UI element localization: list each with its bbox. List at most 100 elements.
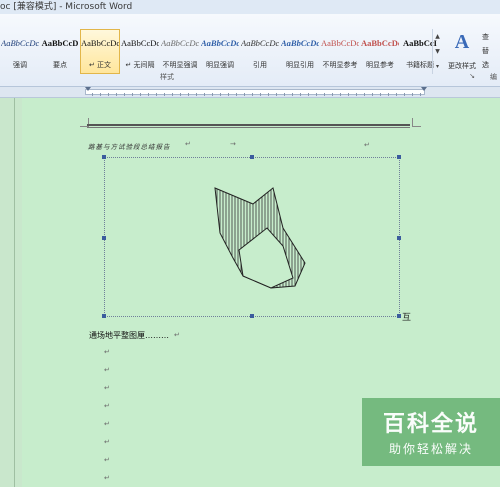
style-sample-text: AaBbCcDc: [121, 38, 159, 48]
style-option[interactable]: AaBbCcDc 强调: [0, 29, 40, 74]
style-sample-text: AaBbCcDc: [1, 38, 39, 48]
margin-guide: [14, 98, 15, 487]
ruler-tick: [140, 93, 141, 96]
resize-handle[interactable]: [250, 314, 254, 318]
ruler-tick: [356, 93, 357, 96]
resize-handle[interactable]: [102, 236, 106, 240]
style-label: 强调: [13, 61, 27, 69]
style-label: 不明显参考: [322, 61, 358, 69]
style-option[interactable]: AaBbCcDc 明显参考: [360, 29, 400, 74]
replace-button[interactable]: 替: [482, 44, 500, 58]
style-label: 明显参考: [366, 61, 394, 69]
ruler-tick: [180, 93, 181, 96]
anchor-label: 互: [402, 313, 412, 323]
document-header[interactable]: 路基与方试验段总结报告: [88, 141, 171, 151]
paragraph-mark: ↵: [104, 402, 110, 410]
ruler-tick: [300, 93, 301, 96]
styles-gallery: AaBbCcDc 强调 AaBbCcD 要点 AaBbCcDc ↵ 正文 AaBbCcDc ↵…: [0, 29, 440, 76]
ruler-tick: [164, 93, 165, 96]
body-text-line[interactable]: 通场地平整图厘………: [89, 330, 169, 341]
change-styles-button[interactable]: A 更改样式: [442, 28, 482, 78]
paragraph-mark: ↵: [185, 140, 191, 148]
paragraph-mark: ↵: [364, 141, 370, 149]
ruler-tick: [260, 93, 261, 96]
paragraph-mark: ↵: [104, 348, 110, 356]
ruler-tick: [372, 93, 373, 96]
paragraph-mark: ↵: [104, 456, 110, 464]
crop-mark: [412, 118, 421, 127]
ruler-tick: [268, 93, 269, 96]
style-option[interactable]: AaBbCcDc ↵ 正文: [80, 29, 120, 74]
style-label: 引用: [253, 61, 267, 69]
style-sample-text: AaBbCcDc: [321, 38, 359, 48]
ruler-tick: [108, 93, 109, 96]
resize-handle[interactable]: [397, 314, 401, 318]
select-button[interactable]: 选: [482, 58, 500, 72]
style-option[interactable]: AaBbCcDc 引用: [240, 29, 280, 74]
ruler-tick: [276, 93, 277, 96]
style-label: 不明显强调: [162, 61, 198, 69]
header-rule: [87, 124, 410, 126]
ruler-tick: [412, 93, 413, 96]
horizontal-ruler[interactable]: [0, 87, 500, 98]
left-indent-marker[interactable]: [85, 87, 91, 91]
style-option[interactable]: AaBbCcD 要点: [40, 29, 80, 74]
ruler-tick: [116, 93, 117, 96]
right-indent-marker[interactable]: [421, 87, 427, 91]
ruler-tick: [228, 93, 229, 96]
resize-handle[interactable]: [102, 155, 106, 159]
ruler-tick: [348, 93, 349, 96]
ruler-tick: [404, 93, 405, 96]
find-button[interactable]: 查: [482, 30, 500, 44]
resize-handle[interactable]: [397, 236, 401, 240]
ruler-tick: [284, 93, 285, 96]
ruler-tick: [332, 93, 333, 96]
ruler-tick: [204, 93, 205, 96]
ruler-tick: [236, 93, 237, 96]
resize-handle[interactable]: [102, 314, 106, 318]
style-label: 要点: [53, 61, 67, 69]
drawing-canvas[interactable]: [104, 157, 400, 317]
style-label: 明显引用: [286, 61, 314, 69]
style-label: 明显强调: [206, 61, 234, 69]
editing-group-label: 编: [490, 73, 497, 81]
style-sample-text: AaBbCcDc: [361, 38, 399, 48]
resize-handle[interactable]: [397, 155, 401, 159]
paragraph-mark: ↵: [174, 331, 180, 339]
style-sample-text: AaBbCcDc: [81, 38, 119, 48]
header-rule-thin: [87, 127, 410, 128]
ruler-tick: [172, 93, 173, 96]
style-sample-text: AaBbCcDc: [201, 38, 239, 48]
ruler-tick: [196, 93, 197, 96]
window-title: oc [兼容模式] - Microsoft Word: [0, 2, 133, 12]
ruler-tick: [364, 93, 365, 96]
watermark-title: 百科全说: [382, 412, 479, 437]
style-label: ↵ 正文: [88, 61, 112, 69]
ruler-tick: [420, 93, 421, 96]
ruler-tick: [188, 93, 189, 96]
style-option[interactable]: AaBbCcDc 明显强调: [200, 29, 240, 74]
expand-gallery-icon[interactable]: ▾: [433, 59, 442, 74]
paragraph-mark: ↵: [104, 420, 110, 428]
ruler-tick: [252, 93, 253, 96]
style-sample-text: AaBbCcDc: [241, 38, 279, 48]
style-option[interactable]: AaBbCcDc 不明显参考: [320, 29, 360, 74]
ruler-track: [85, 89, 425, 96]
style-option[interactable]: AaBbCcDc 不明显强调: [160, 29, 200, 74]
resize-handle[interactable]: [250, 155, 254, 159]
gallery-scroll[interactable]: ▲ ▼ ▾: [432, 29, 442, 74]
scroll-down-icon[interactable]: ▼: [433, 44, 442, 59]
change-styles-label: 更改样式: [448, 62, 476, 70]
style-option[interactable]: AaBbCcDc ↵ 无间隔: [120, 29, 160, 74]
ruler-tick: [92, 93, 93, 96]
arrow-mark: →: [230, 140, 236, 148]
ruler-tick: [396, 93, 397, 96]
style-option[interactable]: AaBbCcDc 明显引用: [280, 29, 320, 74]
style-sample-text: AaBbCcDc: [161, 38, 199, 48]
ruler-tick: [316, 93, 317, 96]
ruler-tick: [244, 93, 245, 96]
style-sample-text: AaBbCcDc: [281, 38, 319, 48]
ruler-tick: [388, 93, 389, 96]
scroll-up-icon[interactable]: ▲: [433, 29, 442, 44]
paragraph-mark: ↵: [104, 384, 110, 392]
